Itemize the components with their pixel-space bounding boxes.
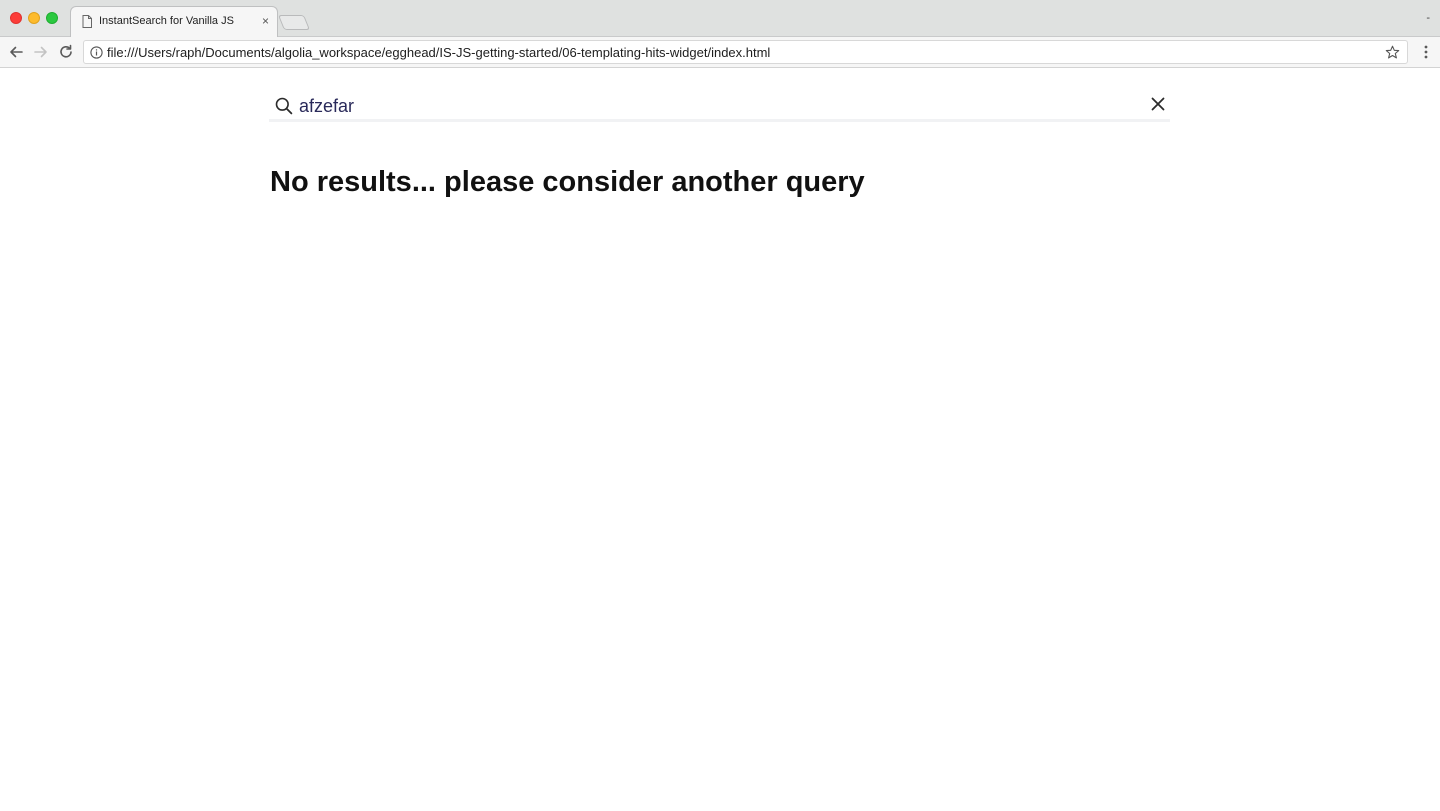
tab-bar: InstantSearch for Vanilla JS × - bbox=[0, 0, 1440, 38]
info-icon[interactable] bbox=[90, 46, 103, 59]
tab-title: InstantSearch for Vanilla JS bbox=[99, 15, 234, 27]
search-icon bbox=[275, 97, 293, 115]
window-close-button[interactable] bbox=[10, 12, 22, 24]
forward-arrow-icon[interactable] bbox=[32, 43, 50, 61]
window-maximize-button[interactable] bbox=[46, 12, 58, 24]
no-results-message: No results... please consider another qu… bbox=[270, 166, 865, 198]
search-input[interactable] bbox=[299, 94, 1119, 118]
browser-toolbar: file:///Users/raph/Documents/algolia_wor… bbox=[0, 37, 1440, 68]
document-icon bbox=[82, 15, 92, 28]
url-text[interactable]: file:///Users/raph/Documents/algolia_wor… bbox=[107, 45, 770, 60]
reload-icon[interactable] bbox=[57, 43, 75, 61]
back-arrow-icon[interactable] bbox=[7, 43, 25, 61]
close-icon[interactable] bbox=[1150, 96, 1166, 112]
profile-indicator: - bbox=[1426, 12, 1430, 24]
tab-close-icon[interactable]: × bbox=[262, 14, 269, 28]
kebab-menu-icon[interactable] bbox=[1424, 45, 1428, 59]
window-minimize-button[interactable] bbox=[28, 12, 40, 24]
browser-tab-active[interactable]: InstantSearch for Vanilla JS × bbox=[70, 6, 278, 38]
bookmark-star-icon[interactable] bbox=[1385, 45, 1400, 60]
address-bar[interactable]: file:///Users/raph/Documents/algolia_wor… bbox=[83, 40, 1408, 64]
new-tab-button[interactable] bbox=[277, 15, 311, 30]
searchbox bbox=[269, 90, 1170, 122]
browser-window: InstantSearch for Vanilla JS × - file://… bbox=[0, 0, 1440, 811]
page-content: No results... please consider another qu… bbox=[0, 68, 1440, 811]
